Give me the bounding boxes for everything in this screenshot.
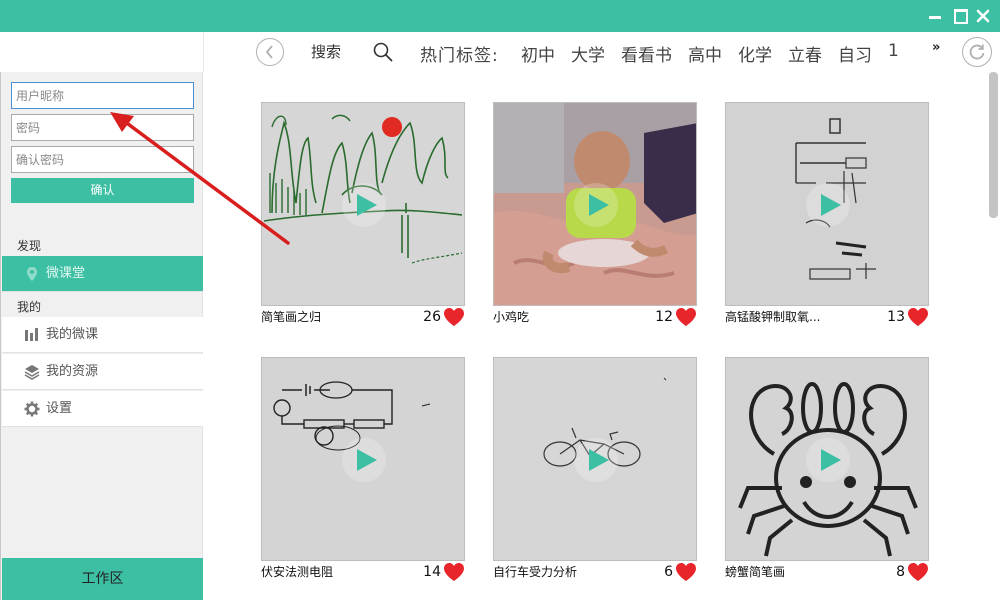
sidebar-item-settings[interactable]: 设置 xyxy=(2,391,203,427)
video-thumbnail[interactable] xyxy=(725,357,929,561)
sidebar-item-label: 我的微课 xyxy=(46,327,99,342)
play-icon[interactable] xyxy=(342,438,386,482)
heart-icon[interactable] xyxy=(907,562,929,582)
heart-icon[interactable] xyxy=(675,562,697,582)
heart-icon[interactable] xyxy=(443,562,465,582)
search-box xyxy=(307,38,397,66)
sidebar-item-label: 我的资源 xyxy=(46,364,99,379)
video-thumbnail[interactable] xyxy=(493,102,697,306)
video-title: 自行车受力分析 xyxy=(493,565,578,579)
tag-item[interactable]: 立春 xyxy=(788,41,822,66)
heart-icon[interactable] xyxy=(443,307,465,327)
close-icon[interactable] xyxy=(974,6,992,24)
video-thumbnail[interactable] xyxy=(725,102,929,306)
like-count: 6 xyxy=(664,564,673,580)
heart-icon[interactable] xyxy=(675,307,697,327)
tag-item[interactable]: 化学 xyxy=(738,41,772,66)
discover-section-title: 发现 xyxy=(17,239,42,253)
video-title: 高锰酸钾制取氧... xyxy=(725,310,821,324)
location-pin-icon xyxy=(27,267,37,281)
hot-tags-label: 热门标签: xyxy=(420,46,499,66)
tag-item[interactable]: 高中 xyxy=(688,41,722,66)
refresh-button[interactable] xyxy=(962,37,992,67)
sidebar-item-my-micro-class[interactable]: 我的微课 xyxy=(2,317,203,353)
chevron-left-icon xyxy=(265,45,273,59)
confirm-password-field[interactable] xyxy=(11,146,194,173)
video-title: 螃蟹简笔画 xyxy=(725,565,786,579)
sidebar-item-my-resources[interactable]: 我的资源 xyxy=(2,354,203,390)
maximize-icon[interactable] xyxy=(951,6,969,24)
title-bar xyxy=(0,0,1000,32)
video-thumbnail[interactable] xyxy=(261,357,465,561)
play-icon[interactable] xyxy=(806,183,850,227)
play-icon[interactable] xyxy=(806,438,850,482)
layers-icon xyxy=(24,365,40,380)
like-count: 12 xyxy=(655,309,673,325)
play-icon[interactable] xyxy=(574,183,618,227)
video-thumbnail[interactable] xyxy=(261,102,465,306)
like-count: 14 xyxy=(423,564,441,580)
confirm-button[interactable]: 确认 xyxy=(11,178,194,203)
scrollbar-thumb[interactable] xyxy=(989,72,998,218)
workspace-button[interactable]: 工作区 xyxy=(2,558,203,600)
minimize-icon[interactable] xyxy=(926,6,944,24)
sidebar-item-micro-class-hall[interactable]: 微课堂 xyxy=(2,256,203,292)
mine-section-title: 我的 xyxy=(17,300,42,314)
sidebar-item-label: 设置 xyxy=(46,401,73,416)
top-nav-bar: 热门标签: 初中 大学 看看书 高中 化学 立春 自习 1 » xyxy=(203,32,1000,72)
play-icon[interactable] xyxy=(574,438,618,482)
more-tags-icon[interactable]: » xyxy=(932,40,940,55)
sidebar: 确认 发现 微课堂 我的 我的微课 我的资源 设置 工作区 xyxy=(0,72,203,600)
search-icon[interactable] xyxy=(373,42,393,62)
tag-item[interactable]: 1 xyxy=(888,41,899,65)
sidebar-item-label: 微课堂 xyxy=(46,266,86,281)
like-count: 13 xyxy=(887,309,905,325)
refresh-icon xyxy=(969,44,985,60)
heart-icon[interactable] xyxy=(907,307,929,327)
video-grid: 简笔画之归 26 小鸡吃 12 高锰酸钾制取氧... 13 伏安法测电阻 14 … xyxy=(203,72,1000,600)
video-thumbnail[interactable] xyxy=(493,357,697,561)
tag-item[interactable]: 看看书 xyxy=(621,41,672,66)
search-input[interactable] xyxy=(311,42,361,62)
video-title: 小鸡吃 xyxy=(493,310,530,324)
bar-chart-icon xyxy=(25,328,38,341)
tag-item[interactable]: 自习 xyxy=(838,41,872,66)
tag-item[interactable]: 初中 xyxy=(521,41,555,66)
like-count: 8 xyxy=(896,564,905,580)
tag-item[interactable]: 大学 xyxy=(571,41,605,66)
hot-tags-list: 初中 大学 看看书 高中 化学 立春 自习 1 xyxy=(521,41,915,66)
nickname-field[interactable] xyxy=(11,82,194,109)
back-button[interactable] xyxy=(256,38,284,66)
play-icon[interactable] xyxy=(342,183,386,227)
gear-icon xyxy=(24,401,40,417)
video-title: 简笔画之归 xyxy=(261,310,322,324)
password-field[interactable] xyxy=(11,114,194,141)
like-count: 26 xyxy=(423,309,441,325)
video-title: 伏安法测电阻 xyxy=(261,565,334,579)
